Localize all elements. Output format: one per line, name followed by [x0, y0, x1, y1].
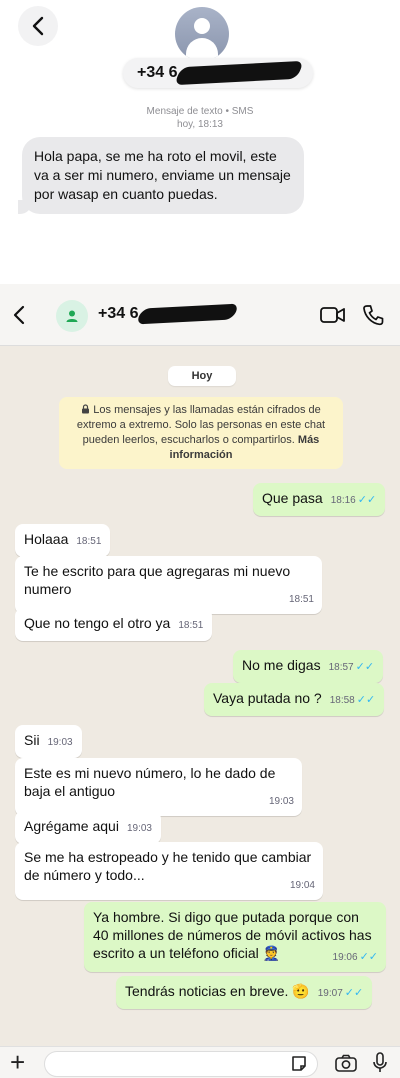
sms-message-text: Hola papa, se me ha roto el movil, este … [34, 148, 291, 202]
contact-number: +34 6 [137, 64, 178, 81]
message-bubble-incoming[interactable]: Sii 19:03 [15, 725, 82, 758]
sms-conversation: +34 6 Mensaje de texto • SMS hoy, 18:13 … [0, 0, 400, 278]
message-bubble-outgoing[interactable]: Que pasa 18:16 ✓✓ [253, 483, 386, 516]
contact-name-pill[interactable]: +34 6 [123, 58, 314, 88]
message-time: 19:06 [332, 952, 358, 963]
encryption-notice[interactable]: Los mensajes y las llamadas están cifrad… [59, 397, 343, 469]
message-time: 18:16 [330, 495, 356, 506]
message-time: 18:51 [178, 620, 204, 631]
phone-call-icon[interactable] [362, 304, 384, 326]
read-receipt-icon: ✓✓ [356, 694, 376, 706]
chevron-left-icon [32, 16, 44, 36]
microphone-icon[interactable] [372, 1052, 388, 1074]
message-bubble-incoming[interactable]: Agrégame aqui 19:03 [15, 811, 161, 844]
contact-avatar-icon[interactable] [56, 300, 88, 332]
message-text: Ya hombre. Si digo que putada porque con… [93, 909, 372, 961]
message-time: 18:51 [76, 536, 102, 547]
message-bubble-incoming[interactable]: Este es mi nuevo número, lo he dado de b… [15, 758, 302, 816]
message-text: Se me ha estropeado y he tenido que camb… [24, 849, 312, 883]
read-receipt-icon: ✓✓ [355, 661, 375, 673]
chat-contact-number: +34 6 [98, 305, 139, 322]
message-bubble-incoming[interactable]: Te he escrito para que agregaras mi nuev… [15, 556, 322, 614]
message-input[interactable] [44, 1051, 318, 1077]
message-text: Te he escrito para que agregaras mi nuev… [24, 563, 291, 597]
read-receipt-icon: ✓✓ [357, 494, 377, 506]
message-bubble-outgoing[interactable]: Ya hombre. Si digo que putada porque con… [84, 902, 386, 972]
sms-timestamp: hoy, 18:13 [177, 119, 223, 130]
plus-icon[interactable]: + [10, 1049, 25, 1075]
message-bubble-incoming[interactable]: Se me ha estropeado y he tenido que camb… [15, 842, 323, 900]
message-time: 18:57 [328, 662, 354, 673]
message-text: Tendrás noticias en breve. 🫡 [125, 983, 310, 999]
date-pill: Hoy [168, 366, 236, 386]
message-time: 18:51 [288, 594, 314, 605]
message-time: 19:03 [126, 823, 152, 834]
sms-header-line: Mensaje de texto • SMS [146, 106, 254, 117]
message-time: 19:04 [289, 880, 315, 891]
message-text: Agrégame aqui [24, 818, 119, 834]
chat-header: +34 6 [0, 284, 400, 346]
message-bubble-outgoing[interactable]: Tendrás noticias en breve. 🫡 19:07 ✓✓ [116, 976, 373, 1009]
sms-message-bubble: Hola papa, se me ha roto el movil, este … [18, 137, 304, 214]
lock-icon [82, 404, 90, 414]
video-call-icon[interactable] [320, 306, 346, 324]
message-text: Vaya putada no ? [213, 690, 322, 706]
person-icon [66, 310, 78, 322]
message-bubble-incoming[interactable]: Holaaa 18:51 [15, 524, 111, 557]
message-text: Que no tengo el otro ya [24, 615, 171, 631]
sticker-icon[interactable] [290, 1055, 308, 1073]
message-text: Que pasa [262, 490, 323, 506]
message-bubble-outgoing[interactable]: No me digas 18:57 ✓✓ [233, 650, 384, 683]
message-bubble-outgoing[interactable]: Vaya putada no ? 18:58 ✓✓ [204, 683, 385, 716]
message-time: 19:03 [47, 737, 73, 748]
message-text: Sii [24, 732, 40, 748]
read-receipt-icon: ✓✓ [359, 951, 378, 963]
back-icon[interactable] [10, 304, 30, 326]
back-button[interactable] [18, 6, 58, 46]
message-time: 18:58 [329, 695, 355, 706]
message-text: Holaaa [24, 531, 69, 547]
message-time: 19:03 [268, 796, 294, 807]
encryption-notice-text: Los mensajes y las llamadas están cifrad… [76, 404, 326, 446]
message-text: No me digas [242, 657, 321, 673]
whatsapp-chat: +34 6 Hoy Los mensajes y las llamadas es… [0, 284, 400, 1078]
redaction-scribble [174, 60, 305, 86]
message-bubble-incoming[interactable]: Que no tengo el otro ya 18:51 [15, 608, 213, 641]
message-meta: 19:06 ✓✓ [333, 948, 378, 967]
message-time: 19:07 [317, 988, 343, 999]
message-text: Este es mi nuevo número, lo he dado de b… [24, 765, 276, 799]
read-receipt-icon: ✓✓ [344, 987, 364, 999]
contact-avatar-icon[interactable] [175, 7, 229, 61]
chat-contact-name[interactable]: +34 6 [98, 303, 240, 325]
redaction-scribble [136, 303, 240, 325]
camera-icon[interactable] [335, 1054, 357, 1072]
message-composer: + [0, 1046, 400, 1078]
